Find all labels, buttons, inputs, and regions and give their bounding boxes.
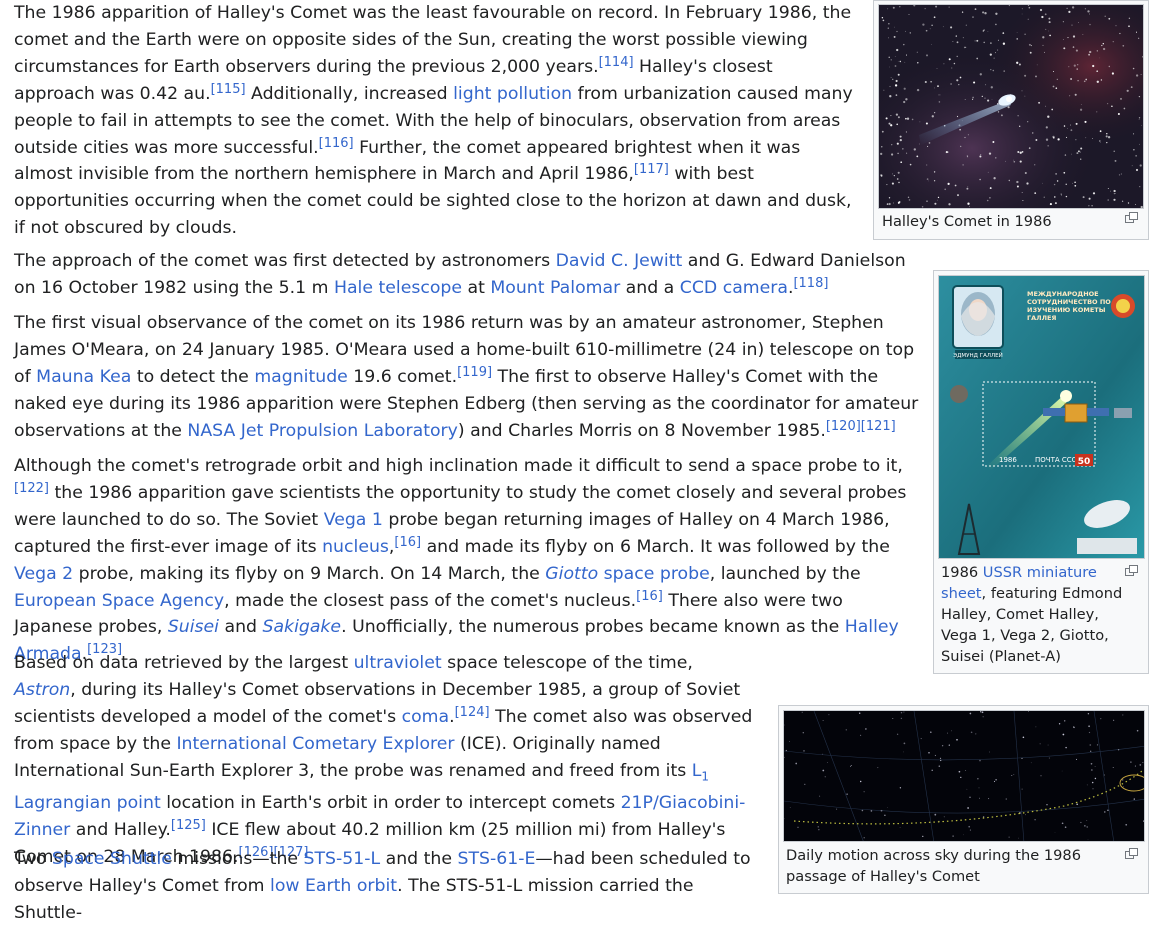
link-international-cometary-explorer[interactable]: International Cometary Explorer: [176, 734, 454, 754]
stamp-title-text: МЕЖДУНАРОДНОЕ СОТРУДНИЧЕСТВО ПО ИЗУЧЕНИЮ…: [1027, 290, 1113, 322]
link-astron[interactable]: Astron: [14, 680, 70, 700]
ref-118[interactable]: [118]: [793, 276, 828, 291]
magnify-icon[interactable]: [1125, 565, 1137, 575]
magnify-icon[interactable]: [1125, 212, 1137, 222]
stamp-name-text: ЭДМУНД ГАЛЛЕЙ: [953, 352, 1002, 359]
comet-photo[interactable]: [878, 4, 1144, 209]
figure-ussr-miniature-sheet: ЭДМУНД ГАЛЛЕЙ МЕЖДУНАРОДНОЕ СОТРУДНИЧЕСТ…: [933, 270, 1149, 674]
paragraph-1986-apparition: The 1986 apparition of Halley's Comet wa…: [14, 0, 854, 242]
paragraph-first-visual: The first visual observance of the comet…: [14, 310, 919, 445]
ref-114[interactable]: [114]: [599, 55, 634, 70]
figure-2-caption: 1986 USSR miniature sheet, featuring Edm…: [941, 562, 1126, 667]
link-hale-telescope[interactable]: Hale telescope: [334, 278, 462, 298]
link-sts-51-l[interactable]: STS-51-L: [304, 849, 381, 869]
ref-16-b[interactable]: [16]: [636, 589, 663, 604]
paragraph-space-probes: Although the comet's retrograde orbit an…: [14, 453, 919, 668]
link-low-earth-orbit[interactable]: low Earth orbit: [270, 876, 397, 896]
link-light-pollution[interactable]: light pollution: [453, 84, 572, 104]
ref-119[interactable]: [119]: [457, 365, 492, 380]
ref-125[interactable]: [125]: [171, 818, 206, 833]
ref-122[interactable]: [122]: [14, 481, 49, 496]
ussr-stamp-sheet[interactable]: ЭДМУНД ГАЛЛЕЙ МЕЖДУНАРОДНОЕ СОТРУДНИЧЕСТ…: [938, 275, 1145, 559]
link-ccd-camera[interactable]: CCD camera: [680, 278, 788, 298]
figure-3-caption: Daily motion across sky during the 1986 …: [786, 845, 1106, 887]
figure-1-caption: Halley's Comet in 1986: [882, 211, 1112, 232]
link-ultraviolet[interactable]: ultraviolet: [354, 653, 442, 673]
link-giotto-space-probe[interactable]: Giotto space probe: [545, 564, 709, 584]
link-european-space-agency[interactable]: European Space Agency: [14, 591, 224, 611]
link-space-shuttle[interactable]: Space Shuttle: [52, 849, 172, 869]
stamp-value-text: 50: [1078, 457, 1091, 467]
stamp-year-text: 1986: [999, 456, 1017, 464]
link-sts-61-e[interactable]: STS-61-E: [457, 849, 535, 869]
link-suisei[interactable]: Suisei: [168, 617, 219, 637]
sky-chart-image: [784, 711, 1145, 842]
ref-16[interactable]: [16]: [394, 535, 421, 550]
ref-116[interactable]: [116]: [319, 136, 354, 151]
figure-daily-motion: Daily motion across sky during the 1986 …: [778, 705, 1149, 894]
link-nasa-jpl[interactable]: NASA Jet Propulsion Laboratory: [187, 421, 457, 441]
comet-photo-image: [879, 5, 1144, 209]
link-coma[interactable]: coma: [402, 707, 450, 727]
link-david-jewitt[interactable]: David C. Jewitt: [556, 251, 683, 271]
link-vega-2[interactable]: Vega 2: [14, 564, 73, 584]
link-nucleus[interactable]: nucleus: [322, 537, 389, 557]
link-sakigake[interactable]: Sakigake: [263, 617, 342, 637]
magnify-icon[interactable]: [1125, 848, 1137, 858]
ref-120[interactable]: [120]: [826, 419, 861, 434]
daily-motion-chart[interactable]: [783, 710, 1145, 842]
ref-124[interactable]: [124]: [455, 705, 490, 720]
paragraph-approach-detection: The approach of the comet was first dete…: [14, 248, 919, 302]
ussr-stamp-image: ЭДМУНД ГАЛЛЕЙ МЕЖДУНАРОДНОЕ СОТРУДНИЧЕСТ…: [939, 276, 1145, 559]
ref-115[interactable]: [115]: [211, 82, 246, 97]
figure-halleys-comet-1986: Halley's Comet in 1986: [873, 0, 1149, 240]
ref-117[interactable]: [117]: [634, 162, 669, 177]
ref-121[interactable]: [121]: [861, 419, 896, 434]
paragraph-space-shuttle: Two Space Shuttle missions—the STS-51-L …: [14, 846, 759, 927]
link-vega-1[interactable]: Vega 1: [324, 510, 383, 530]
link-magnitude[interactable]: magnitude: [254, 367, 347, 387]
link-mount-palomar[interactable]: Mount Palomar: [490, 278, 620, 298]
stamp-post-text: ПОЧТА СССР: [1035, 456, 1081, 464]
link-mauna-kea[interactable]: Mauna Kea: [36, 367, 131, 387]
